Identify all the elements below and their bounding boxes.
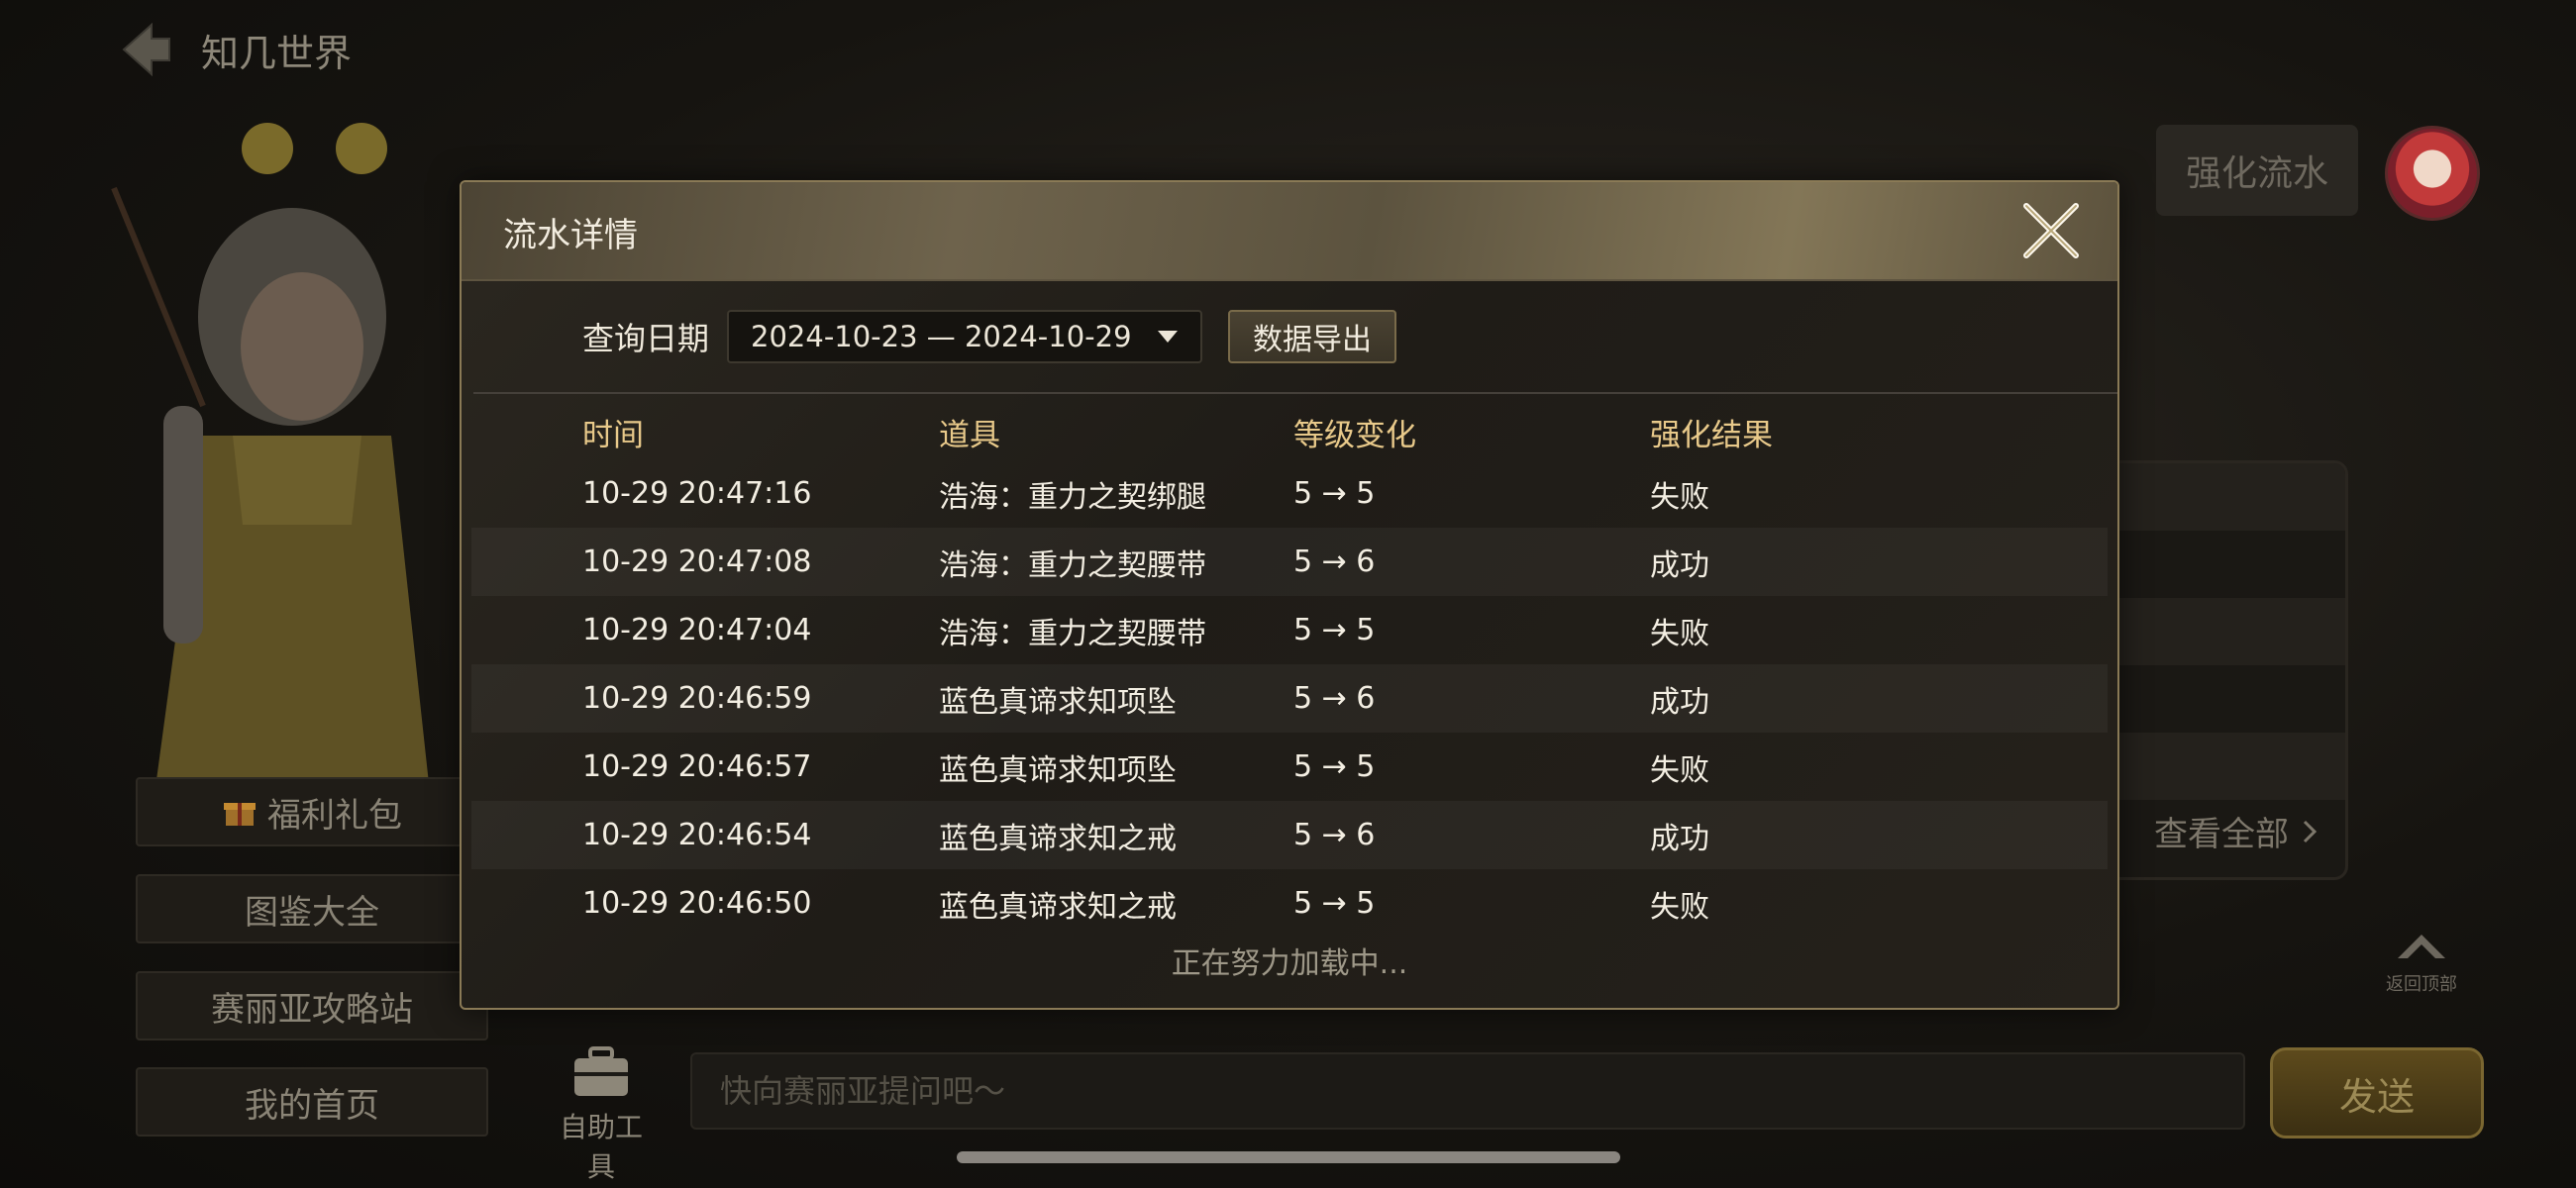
cell-item: 蓝色真谛求知项坠 <box>939 752 1177 788</box>
ask-seria-input[interactable] <box>690 1052 2245 1130</box>
illustrated-guide-button[interactable]: 图鉴大全 <box>136 874 488 943</box>
loading-indicator: 正在努力加载中... <box>1171 946 1408 981</box>
table-row: 10-29 20:47:08 浩海：重力之契腰带 5 → 6 成功 <box>471 528 2108 596</box>
back-to-top-label: 返回顶部 <box>2386 974 2457 995</box>
chevron-down-icon <box>1158 331 1179 343</box>
seria-guide-button[interactable]: 赛丽亚攻略站 <box>136 971 488 1040</box>
cell-result: 成功 <box>1650 684 1709 720</box>
cell-level-change: 5 → 5 <box>1293 886 1376 921</box>
cell-level-change: 5 → 6 <box>1293 681 1376 716</box>
column-header-result: 强化结果 <box>1650 417 1773 453</box>
back-arrow-icon[interactable] <box>114 17 179 82</box>
cell-item: 浩海：重力之契腰带 <box>939 547 1206 583</box>
self-service-tool-label: 自助工具 <box>559 1111 643 1183</box>
cell-item: 浩海：重力之契绑腿 <box>939 479 1206 515</box>
cell-level-change: 5 → 5 <box>1293 749 1376 784</box>
user-avatar[interactable] <box>2385 126 2480 221</box>
divider <box>473 392 2117 394</box>
flow-detail-modal: 流水详情 查询日期 2024-10-23 — 2024-10-29 数据导出 时… <box>460 180 2119 1010</box>
date-range-select[interactable]: 2024-10-23 — 2024-10-29 <box>727 310 1203 363</box>
welfare-gift-button[interactable]: 福利礼包 <box>136 777 488 846</box>
cell-time: 10-29 20:46:54 <box>582 818 812 852</box>
cell-result: 失败 <box>1650 889 1709 925</box>
my-homepage-button[interactable]: 我的首页 <box>136 1067 488 1137</box>
cell-item: 蓝色真谛求知之戒 <box>939 821 1177 856</box>
table-body: 10-29 20:47:16 浩海：重力之契绑腿 5 → 5 失败 10-29 … <box>471 459 2108 938</box>
back-to-top-icon <box>2398 935 2445 958</box>
column-header-level-change: 等级变化 <box>1293 417 1416 453</box>
cell-time: 10-29 20:46:50 <box>582 886 812 921</box>
cell-result: 失败 <box>1650 479 1709 515</box>
cell-result: 失败 <box>1650 616 1709 651</box>
character-illustration <box>111 123 431 802</box>
top-bar: 知几世界 <box>114 10 352 89</box>
flow-table: 时间 道具 等级变化 强化结果 10-29 20:47:16 浩海：重力之契绑腿… <box>471 402 2108 938</box>
cell-item: 蓝色真谛求知之戒 <box>939 889 1177 925</box>
cell-result: 成功 <box>1650 821 1709 856</box>
date-range-value: 2024-10-23 — 2024-10-29 <box>751 320 1132 353</box>
table-header: 时间 道具 等级变化 强化结果 <box>471 402 2108 461</box>
view-all-label: 查看全部 <box>2154 815 2289 854</box>
export-data-button[interactable]: 数据导出 <box>1228 310 1397 363</box>
query-date-label: 查询日期 <box>582 320 710 357</box>
column-header-time: 时间 <box>582 417 644 453</box>
modal-header: 流水详情 <box>462 182 2117 281</box>
column-header-item: 道具 <box>939 417 1000 453</box>
cell-level-change: 5 → 5 <box>1293 613 1376 647</box>
cell-level-change: 5 → 6 <box>1293 544 1376 579</box>
table-row: 10-29 20:46:57 蓝色真谛求知项坠 5 → 5 失败 <box>471 733 2108 801</box>
back-to-top-button[interactable]: 返回顶部 <box>2382 931 2461 996</box>
modal-title: 流水详情 <box>503 216 638 255</box>
view-all-link[interactable]: 查看全部 <box>2154 807 2317 855</box>
briefcase-icon <box>574 1046 628 1096</box>
cell-time: 10-29 20:47:16 <box>582 476 812 511</box>
table-row: 10-29 20:46:59 蓝色真谛求知项坠 5 → 6 成功 <box>471 664 2108 733</box>
cell-time: 10-29 20:47:08 <box>582 544 812 579</box>
gift-icon <box>224 803 256 826</box>
cell-item: 蓝色真谛求知项坠 <box>939 684 1177 720</box>
table-row: 10-29 20:47:16 浩海：重力之契绑腿 5 → 5 失败 <box>471 459 2108 528</box>
self-service-tool-button[interactable]: 自助工具 <box>547 1044 656 1185</box>
date-filter-row: 查询日期 2024-10-23 — 2024-10-29 数据导出 <box>582 309 1397 364</box>
cell-level-change: 5 → 6 <box>1293 818 1376 852</box>
table-row: 10-29 20:46:50 蓝色真谛求知之戒 5 → 5 失败 <box>471 869 2108 938</box>
cell-result: 成功 <box>1650 547 1709 583</box>
send-button[interactable]: 发送 <box>2270 1047 2484 1138</box>
cell-result: 失败 <box>1650 752 1709 788</box>
chevron-right-icon <box>2303 820 2317 842</box>
cell-time: 10-29 20:46:57 <box>582 749 812 784</box>
cell-time: 10-29 20:47:04 <box>582 613 812 647</box>
cell-level-change: 5 → 5 <box>1293 476 1376 511</box>
cell-item: 浩海：重力之契腰带 <box>939 616 1206 651</box>
home-indicator <box>957 1151 1620 1163</box>
table-row: 10-29 20:46:54 蓝色真谛求知之戒 5 → 6 成功 <box>471 801 2108 869</box>
strengthen-log-button[interactable]: 强化流水 <box>2156 125 2358 216</box>
cell-time: 10-29 20:46:59 <box>582 681 812 716</box>
table-row: 10-29 20:47:04 浩海：重力之契腰带 5 → 5 失败 <box>471 596 2108 664</box>
welfare-gift-label: 福利礼包 <box>267 795 402 836</box>
app-title: 知几世界 <box>201 31 353 75</box>
close-icon[interactable] <box>2014 194 2088 267</box>
